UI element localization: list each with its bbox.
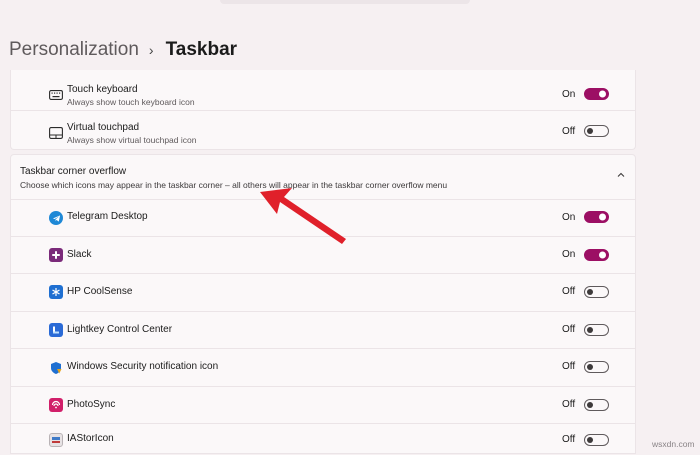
telegram-icon xyxy=(48,210,64,226)
virtual-touchpad-state: Off xyxy=(562,126,576,137)
app-state: Off xyxy=(562,361,576,372)
toggle-knob xyxy=(587,402,593,408)
hp-coolsense-icon xyxy=(48,284,64,300)
virtual-touchpad-subtitle: Always show virtual touchpad icon xyxy=(67,135,197,145)
touch-keyboard-toggle[interactable] xyxy=(584,88,609,100)
app-state: Off xyxy=(562,399,576,410)
app-row-slack: Slack On xyxy=(11,237,635,274)
toggle-knob xyxy=(599,213,606,221)
app-name: Slack xyxy=(67,249,92,260)
touch-keyboard-subtitle: Always show touch keyboard icon xyxy=(67,97,195,107)
slack-toggle[interactable] xyxy=(584,249,609,261)
touch-keyboard-state: On xyxy=(562,89,576,100)
app-name: Windows Security notification icon xyxy=(67,361,219,372)
app-row-lightkey: Lightkey Control Center Off xyxy=(11,312,635,349)
toggle-knob xyxy=(587,289,593,295)
photosync-toggle[interactable] xyxy=(584,399,609,411)
app-state: On xyxy=(562,212,576,223)
system-tray-icons-card: Touch keyboard Always show touch keyboar… xyxy=(10,70,636,150)
toggle-knob xyxy=(587,128,593,134)
virtual-touchpad-row: Virtual touchpad Always show virtual tou… xyxy=(11,111,635,149)
photosync-icon xyxy=(48,397,64,413)
virtual-touchpad-title: Virtual touchpad xyxy=(67,122,140,133)
watermark-text: wsxdn.com xyxy=(652,439,695,449)
section-title: Taskbar corner overflow xyxy=(20,166,127,177)
toggle-knob xyxy=(587,364,593,370)
breadcrumb-parent-link[interactable]: Personalization xyxy=(9,39,139,61)
toggle-knob xyxy=(587,437,593,443)
virtual-touchpad-toggle[interactable] xyxy=(584,125,609,137)
lightkey-toggle[interactable] xyxy=(584,324,609,336)
app-row-hp-coolsense: HP CoolSense Off xyxy=(11,274,635,312)
page-title: Taskbar xyxy=(165,39,238,60)
taskbar-corner-overflow-header[interactable]: Taskbar corner overflow Choose which ico… xyxy=(11,155,635,200)
app-row-windows-security: Windows Security notification icon Off xyxy=(11,349,635,387)
toggle-knob xyxy=(599,90,606,98)
breadcrumb-separator: › xyxy=(148,42,154,58)
app-name: Lightkey Control Center xyxy=(67,324,173,335)
iastoricon-toggle[interactable] xyxy=(584,434,609,446)
window-top-edge xyxy=(220,0,470,4)
toggle-knob xyxy=(599,251,606,259)
app-name: Telegram Desktop xyxy=(67,211,148,222)
telegram-toggle[interactable] xyxy=(584,211,609,223)
app-name: PhotoSync xyxy=(67,399,116,410)
chevron-up-icon[interactable] xyxy=(616,170,626,180)
lightkey-icon xyxy=(48,322,64,338)
touchpad-icon xyxy=(48,125,64,141)
breadcrumb: Personalization › Taskbar xyxy=(9,36,237,64)
keyboard-icon xyxy=(48,87,64,103)
windows-security-toggle[interactable] xyxy=(584,361,609,373)
app-row-iastoricon: IAStorIcon Off xyxy=(11,424,635,455)
touch-keyboard-row: Touch keyboard Always show touch keyboar… xyxy=(11,70,635,111)
touch-keyboard-title: Touch keyboard xyxy=(67,84,138,95)
app-state: Off xyxy=(562,434,576,445)
toggle-knob xyxy=(587,327,593,333)
iastor-icon xyxy=(48,432,64,448)
slack-icon xyxy=(48,247,64,263)
taskbar-corner-overflow-card: Taskbar corner overflow Choose which ico… xyxy=(10,154,636,454)
app-row-telegram: Telegram Desktop On xyxy=(11,199,635,237)
windows-security-icon xyxy=(48,360,64,376)
app-name: HP CoolSense xyxy=(67,286,133,297)
app-state: On xyxy=(562,249,576,260)
app-row-photosync: PhotoSync Off xyxy=(11,387,635,424)
hp-coolsense-toggle[interactable] xyxy=(584,286,609,298)
app-name: IAStorIcon xyxy=(67,433,114,444)
app-state: Off xyxy=(562,286,576,297)
section-description: Choose which icons may appear in the tas… xyxy=(20,180,448,190)
app-state: Off xyxy=(562,324,576,335)
